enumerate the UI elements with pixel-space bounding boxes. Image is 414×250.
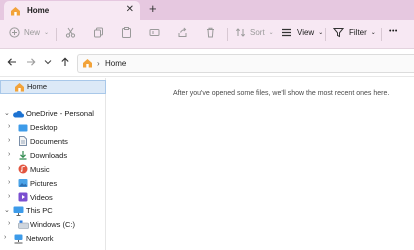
command-bar: New ⌄ Sort ⌄ View ⌄ Filter ⌄ ••• [0, 20, 414, 49]
chevron-down-icon: ⌄ [318, 30, 324, 36]
sidebar-item-pictures[interactable]: › Pictures [0, 177, 106, 191]
chevron-right-icon: › [8, 193, 11, 200]
new-tab-button[interactable]: + [149, 2, 157, 16]
chevron-down-icon: ⌄ [4, 110, 10, 117]
sidebar-item-label: OneDrive - Personal [26, 109, 94, 118]
sort-label: Sort [250, 28, 265, 37]
view-list-icon [281, 27, 292, 38]
chevron-down-icon: ⌄ [44, 30, 50, 36]
divider [227, 28, 228, 41]
tab-home[interactable]: Home ✕ [4, 1, 140, 20]
chevron-right-icon: › [8, 220, 11, 227]
sort-icon [235, 27, 246, 38]
view-label: View [297, 28, 315, 37]
rename-icon[interactable] [149, 27, 160, 38]
pictures-icon [18, 178, 28, 190]
network-icon [13, 234, 24, 246]
sidebar-item-music[interactable]: › Music [0, 163, 106, 177]
sidebar-item-label: Documents [30, 137, 68, 146]
music-icon [18, 164, 28, 176]
filter-icon [333, 27, 344, 38]
sidebar-item-documents[interactable]: › Documents [0, 135, 106, 149]
document-icon [19, 136, 27, 148]
sidebar-item-downloads[interactable]: › Downloads [0, 149, 106, 163]
divider [381, 28, 382, 41]
download-arrow-icon [18, 150, 28, 162]
filter-button[interactable]: Filter ⌄ [333, 27, 376, 38]
up-arrow-icon[interactable] [60, 57, 70, 69]
title-bar: Home ✕ + [0, 0, 414, 20]
content-area: After you've opened some files, we'll sh… [107, 78, 414, 250]
copy-icon[interactable] [93, 27, 104, 38]
chevron-right-icon: › [4, 234, 7, 241]
sidebar-item-label: Downloads [30, 151, 68, 160]
chevron-right-icon: › [8, 123, 11, 130]
sidebar-item-label: Desktop [30, 123, 58, 132]
tab-title: Home [27, 6, 50, 15]
sidebar-item-desktop[interactable]: › Desktop [0, 121, 106, 135]
chevron-right-icon: › [8, 165, 11, 172]
cut-icon[interactable] [65, 27, 76, 38]
sidebar-item-label: Windows (C:) [30, 220, 76, 229]
share-icon[interactable] [177, 27, 188, 38]
videos-icon [18, 192, 28, 204]
breadcrumb-home[interactable]: Home [105, 59, 126, 68]
desktop-icon [18, 124, 28, 134]
empty-state-message: After you've opened some files, we'll sh… [173, 90, 390, 97]
more-options-icon[interactable]: ••• [389, 28, 398, 35]
back-arrow-icon[interactable] [7, 57, 17, 69]
chevron-down-icon: ⌄ [370, 30, 376, 36]
sidebar-item-windows-c[interactable]: › Windows (C:) [0, 218, 106, 232]
chevron-right-icon: › [8, 151, 11, 158]
sidebar-item-label: Videos [30, 193, 53, 202]
sidebar-item-videos[interactable]: › Videos [0, 191, 106, 205]
drive-icon [18, 220, 29, 231]
divider [56, 28, 57, 41]
forward-arrow-icon[interactable] [26, 57, 36, 69]
sidebar-item-this-pc[interactable]: ⌄ This PC [0, 204, 106, 218]
home-icon [10, 6, 21, 18]
sort-button[interactable]: Sort ⌄ [235, 27, 274, 38]
sidebar-item-label: Pictures [30, 179, 58, 188]
sidebar-item-home[interactable]: Home [0, 80, 106, 94]
chevron-down-icon: ⌄ [268, 30, 274, 36]
chevron-right-icon: › [8, 137, 11, 144]
filter-label: Filter [349, 28, 367, 37]
computer-icon [13, 206, 24, 218]
sidebar-item-label: Home [27, 82, 48, 91]
sidebar-item-onedrive[interactable]: ⌄ OneDrive - Personal [0, 107, 106, 121]
sidebar-item-label: Music [30, 165, 50, 174]
new-button-label: New [24, 28, 41, 37]
navigation-pane: Home ⌄ OneDrive - Personal › Desktop › D… [0, 78, 106, 250]
breadcrumb-separator: › [97, 59, 100, 68]
sidebar-item-network[interactable]: › Network [0, 232, 106, 246]
chevron-down-icon: ⌄ [4, 207, 10, 214]
home-icon [14, 82, 25, 94]
address-bar[interactable]: › Home [77, 54, 414, 73]
close-tab-button[interactable]: ✕ [126, 4, 134, 15]
view-button[interactable]: View ⌄ [281, 27, 323, 38]
navigation-bar: › Home [0, 50, 414, 77]
divider [325, 28, 326, 41]
sidebar-item-label: Network [26, 234, 54, 243]
chevron-right-icon: › [8, 179, 11, 186]
sidebar-item-label: This PC [26, 206, 53, 215]
cloud-icon [12, 110, 24, 120]
paste-icon[interactable] [121, 27, 132, 38]
new-button[interactable]: New ⌄ [9, 27, 49, 38]
delete-icon[interactable] [205, 27, 216, 38]
home-icon [82, 58, 93, 70]
plus-circle-icon [9, 27, 20, 38]
recent-locations-chevron-icon[interactable] [44, 57, 52, 69]
